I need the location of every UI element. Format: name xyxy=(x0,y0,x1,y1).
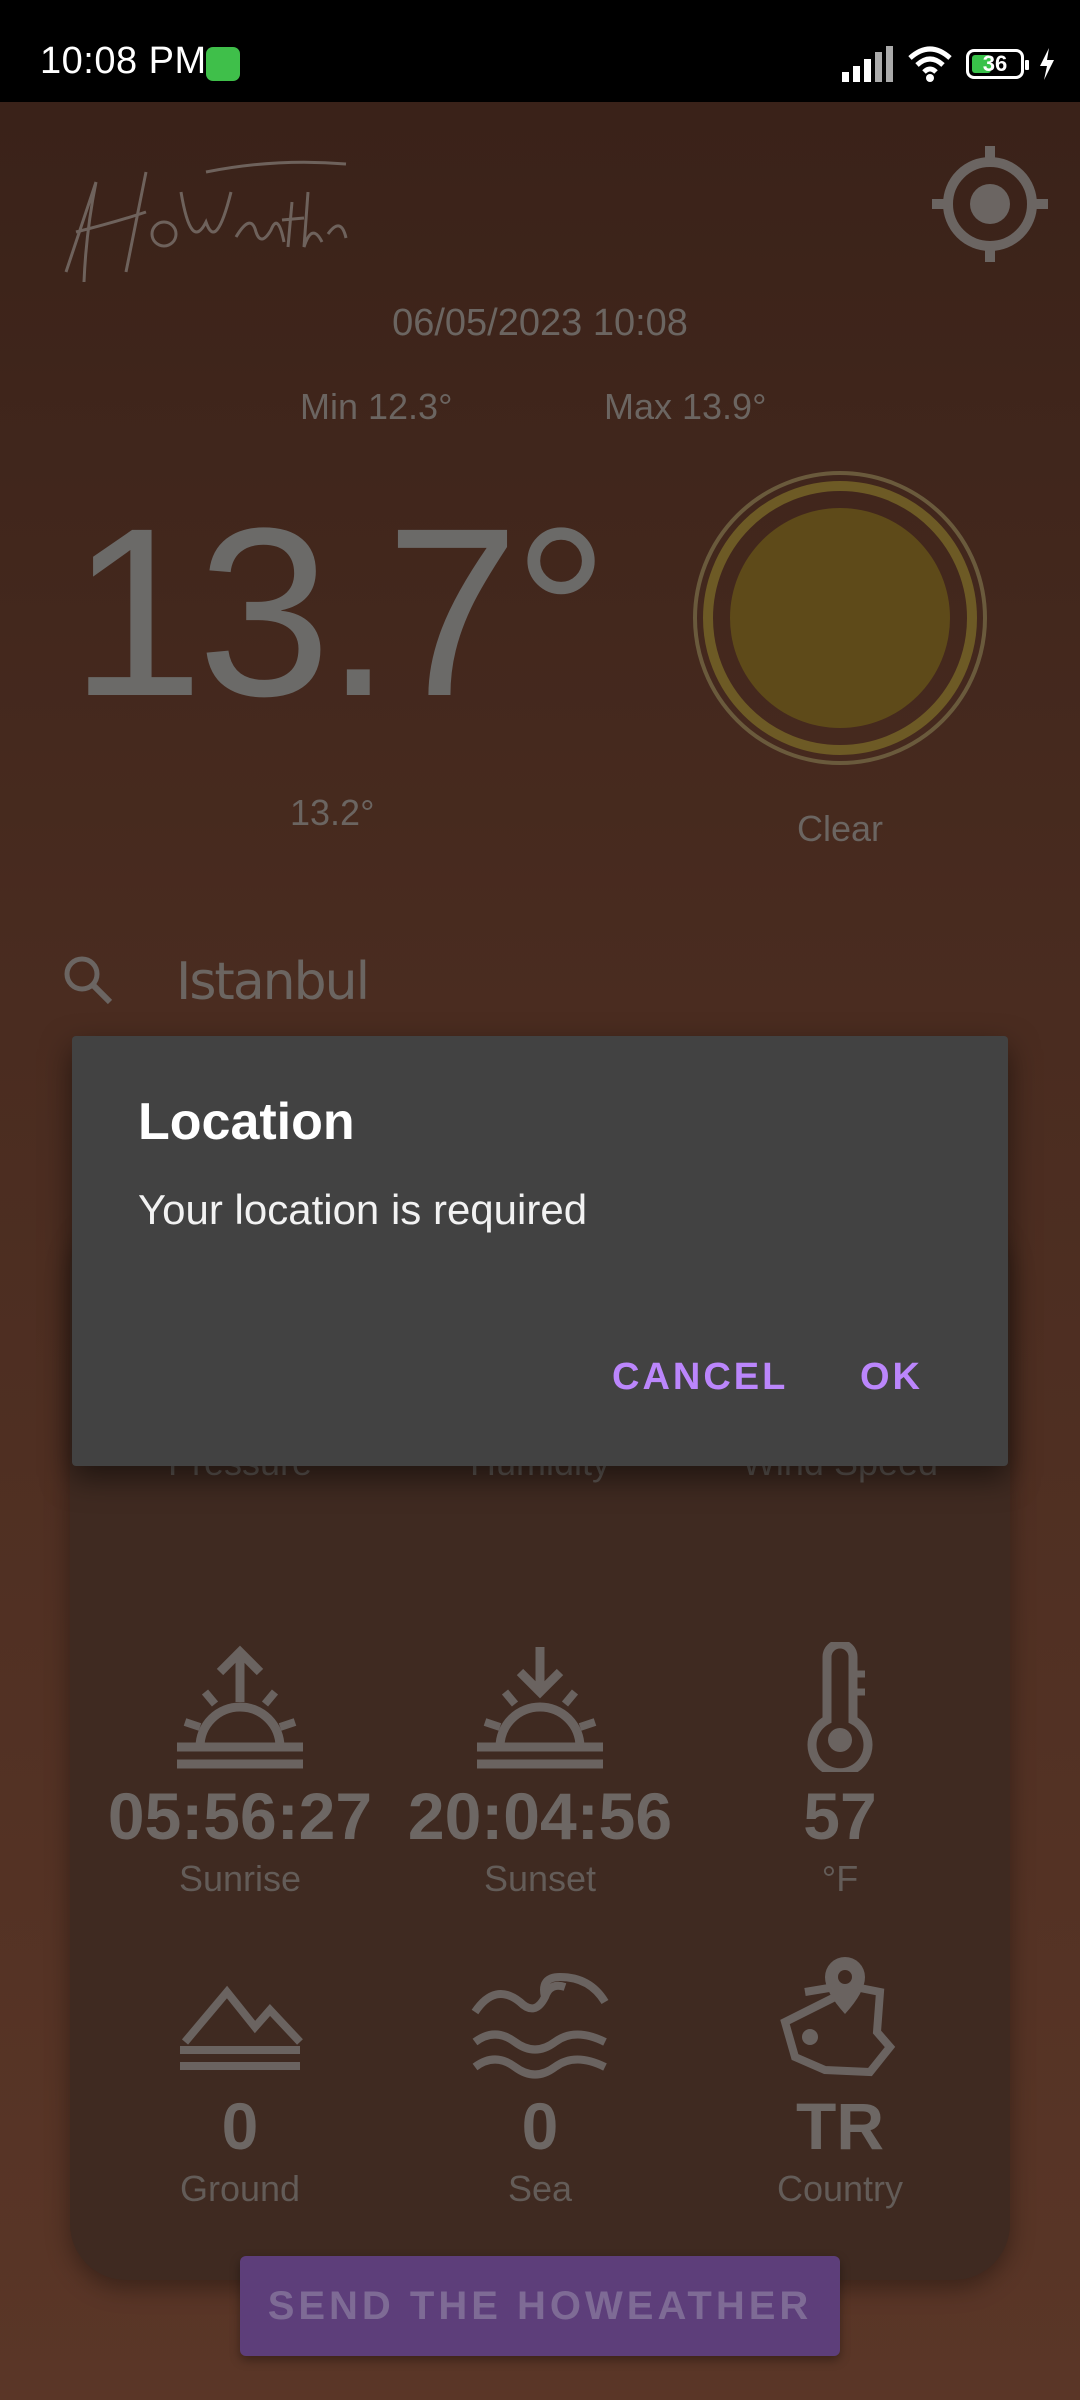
status-icons: 36 xyxy=(842,44,1056,84)
charging-icon xyxy=(1040,48,1054,80)
status-time: 10:08 PM xyxy=(40,40,207,82)
ok-button[interactable]: OK xyxy=(860,1356,923,1399)
battery-icon: 36 xyxy=(966,49,1029,79)
cancel-button[interactable]: CANCEL xyxy=(612,1356,788,1399)
status-bar: 10:08 PM 36 xyxy=(0,0,1080,102)
dialog-title: Location xyxy=(138,1093,355,1151)
battery-level: 36 xyxy=(982,51,1008,76)
app-notification-icon xyxy=(206,47,240,81)
signal-icon xyxy=(842,46,893,82)
location-dialog: Location Your location is required CANCE… xyxy=(72,1036,1008,1466)
wifi-icon xyxy=(908,46,952,82)
dialog-message: Your location is required xyxy=(138,1186,588,1233)
